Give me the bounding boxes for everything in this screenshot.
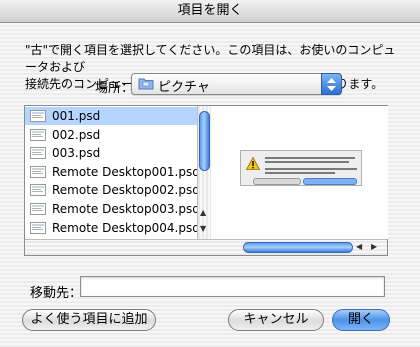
file-name: 002.psd bbox=[52, 127, 101, 142]
scroll-left-icon[interactable]: ◀ bbox=[356, 242, 362, 251]
horizontal-scroll-thumb[interactable] bbox=[243, 242, 353, 253]
scroll-right-icon[interactable]: ▶ bbox=[371, 242, 377, 251]
vertical-scroll-thumb[interactable] bbox=[199, 111, 210, 171]
open-button[interactable]: 開く bbox=[332, 309, 390, 331]
preview-button bbox=[253, 178, 301, 185]
image-file-icon bbox=[30, 203, 46, 215]
popup-arrows-icon bbox=[321, 73, 342, 95]
cancel-button[interactable]: キャンセル bbox=[228, 309, 324, 331]
file-list-item[interactable]: 001.psd bbox=[25, 107, 197, 125]
image-file-icon bbox=[30, 128, 46, 141]
location-popup[interactable]: ピクチャ bbox=[131, 73, 342, 95]
image-file-icon bbox=[30, 165, 46, 178]
image-file-icon bbox=[30, 110, 46, 122]
preview-text-line bbox=[265, 157, 355, 159]
location-value: ピクチャ bbox=[158, 80, 210, 95]
file-name: Remote Desktop002.psd bbox=[52, 183, 197, 198]
file-name: Remote Desktop001.psd bbox=[52, 164, 197, 179]
file-name: Remote Desktop003.psd bbox=[52, 202, 197, 216]
warning-icon bbox=[246, 157, 260, 170]
image-file-icon bbox=[30, 184, 46, 197]
preview-text-line bbox=[265, 161, 349, 163]
preview-pane bbox=[212, 106, 388, 239]
scroll-up-icon[interactable]: ▲ bbox=[200, 208, 206, 217]
file-browser: 001.psd 002.psd 003.psd Remote Desktop001.p… bbox=[24, 105, 388, 256]
file-list-item[interactable]: Remote Desktop003.psd bbox=[25, 200, 197, 218]
file-list-item[interactable]: Remote Desktop004.psd bbox=[25, 219, 197, 237]
file-list-item[interactable]: 002.psd bbox=[25, 126, 197, 144]
preview-thumbnail bbox=[240, 150, 362, 186]
window-title: 項目を開く bbox=[0, 0, 420, 23]
vertical-scrollbar[interactable]: ▲ ▼ bbox=[197, 106, 211, 239]
folder-icon bbox=[138, 77, 154, 90]
destination-field[interactable] bbox=[80, 276, 385, 297]
file-name: 001.psd bbox=[52, 109, 101, 123]
instruction-line-1: "古"で開く項目を選択してください。この項目は、お使いのコンピュータおよび bbox=[25, 43, 396, 74]
file-name: 003.psd bbox=[52, 146, 101, 161]
preview-text-line bbox=[265, 172, 335, 174]
file-name: Remote Desktop004.psd bbox=[52, 220, 197, 235]
file-list[interactable]: 001.psd 002.psd 003.psd Remote Desktop001.p… bbox=[25, 106, 197, 239]
file-list-item[interactable]: 003.psd bbox=[25, 144, 197, 162]
file-list-item[interactable]: Remote Desktop001.psd bbox=[25, 163, 197, 181]
image-file-icon bbox=[30, 221, 46, 234]
destination-label: 移動先： bbox=[30, 286, 83, 301]
add-to-favorites-button[interactable]: よく使う項目に追加 bbox=[22, 309, 156, 331]
location-label: 場所： bbox=[95, 81, 135, 96]
image-file-icon bbox=[30, 147, 46, 160]
preview-button bbox=[303, 178, 357, 185]
horizontal-scrollbar[interactable]: ◀ ▶ bbox=[25, 239, 387, 255]
scroll-down-icon[interactable]: ▼ bbox=[200, 224, 206, 233]
preview-text-line bbox=[265, 168, 357, 170]
file-list-item[interactable]: Remote Desktop002.psd bbox=[25, 181, 197, 199]
